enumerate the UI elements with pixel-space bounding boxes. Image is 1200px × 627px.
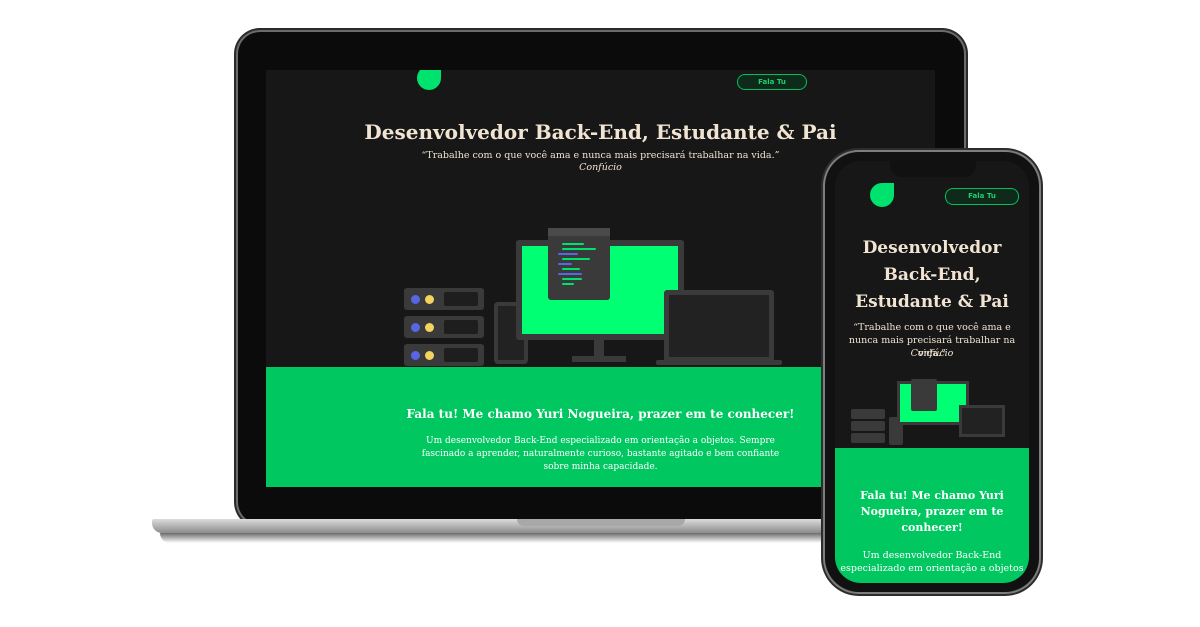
- logo-leaf-icon[interactable]: [870, 183, 894, 207]
- server-rack-icon: [404, 344, 484, 366]
- phone-screen: Fala Tu Desenvolvedor Back-End, Estudant…: [835, 161, 1029, 583]
- monitor-stand-base: [572, 356, 626, 362]
- phone-notch: [890, 161, 976, 177]
- about-description-text: Um desenvolvedor Back-End especializado …: [840, 550, 1024, 574]
- about-section: Fala tu! Me chamo Yuri Nogueira, prazer …: [835, 448, 1029, 583]
- server-rack-icon: [851, 421, 885, 431]
- page-title: Desenvolvedor Back-End, Estudante & Pai: [855, 238, 1009, 312]
- fala-tu-button[interactable]: Fala Tu: [737, 74, 807, 90]
- workspace-illustration: [851, 379, 1019, 448]
- code-window-icon: [548, 228, 610, 300]
- laptop-device-icon: [664, 290, 774, 362]
- workspace-illustration: [402, 228, 802, 367]
- quote-author: Confúcio: [910, 348, 954, 359]
- server-rack-icon: [851, 433, 885, 443]
- phone-device: Fala Tu Desenvolvedor Back-End, Estudant…: [825, 152, 1039, 592]
- server-rack-icon: [851, 409, 885, 419]
- laptop-device-icon: [959, 405, 1005, 437]
- server-rack-icon: [404, 288, 484, 310]
- laptop-notch: [517, 519, 685, 526]
- server-rack-icon: [404, 316, 484, 338]
- code-window-icon: [911, 379, 937, 411]
- page-title: Desenvolvedor Back-End, Estudante & Pai: [364, 120, 837, 144]
- fala-tu-button[interactable]: Fala Tu: [945, 188, 1019, 205]
- phone-power-button: [1039, 256, 1042, 302]
- quote-text: “Trabalhe com o que você ama e nunca mai…: [421, 150, 780, 161]
- about-heading: Fala tu! Me chamo Yuri Nogueira, prazer …: [860, 489, 1004, 534]
- about-description-text: Um desenvolvedor Back-End especializado …: [421, 436, 780, 472]
- monitor-stand: [594, 340, 604, 356]
- laptop-device-base: [656, 360, 782, 365]
- logo-leaf-icon[interactable]: [417, 70, 441, 90]
